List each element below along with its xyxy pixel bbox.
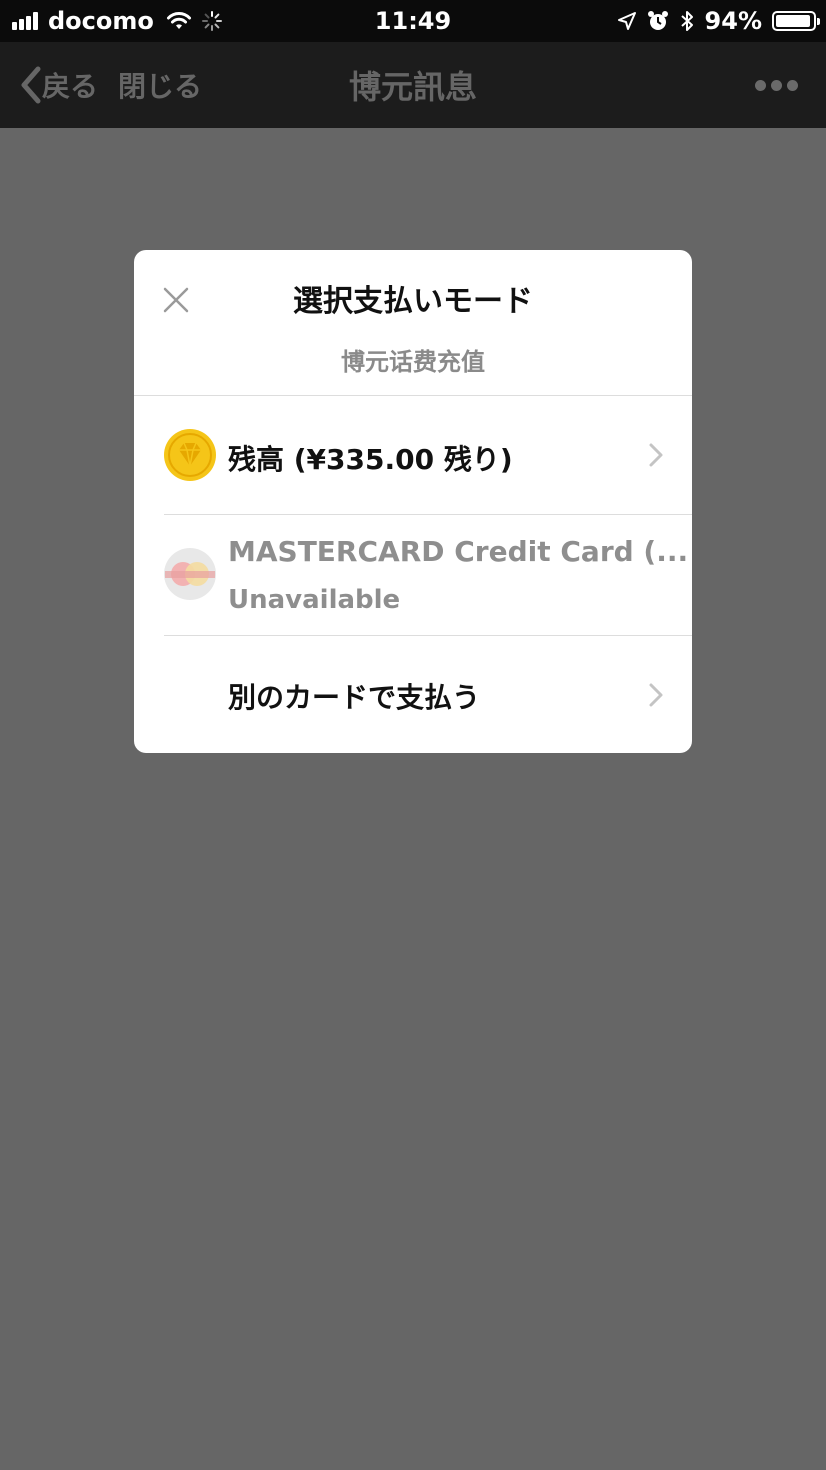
battery-icon [772, 11, 820, 31]
nav-bar: 戻る 閉じる 博元訊息 [0, 42, 826, 128]
chevron-right-icon [649, 683, 663, 707]
bluetooth-icon [680, 11, 693, 31]
payment-option-mastercard: MASTERCARD Credit Card (... Unavailable [134, 515, 692, 635]
payment-option-other-card[interactable]: 別のカードで支払う [134, 636, 692, 753]
status-bar: docomo 11:49 94% [0, 0, 826, 42]
balance-label: 残高 (¥335.00 残り) [228, 443, 513, 476]
payment-mode-modal: 選択支払いモード 博元话费充值 残高 (¥335.00 残り) MASTERCA… [134, 250, 692, 753]
more-dots-icon[interactable] [750, 42, 798, 128]
mastercard-icon [164, 548, 216, 600]
chevron-right-icon [649, 443, 663, 467]
nav-title: 博元訊息 [348, 68, 477, 106]
modal-title: 選択支払いモード [293, 284, 533, 319]
mastercard-label: MASTERCARD Credit Card (... [228, 535, 689, 568]
other-card-label: 別のカードで支払う [228, 681, 481, 714]
modal-subtitle: 博元话费充值 [341, 348, 485, 376]
unavailable-label: Unavailable [228, 585, 401, 615]
payment-option-balance[interactable]: 残高 (¥335.00 残り) [134, 396, 692, 514]
alarm-icon [647, 11, 668, 30]
status-right-group: 94% [607, 0, 820, 42]
balance-coin-icon [164, 429, 216, 481]
location-arrow-icon [617, 12, 636, 30]
battery-percent: 94% [704, 7, 762, 35]
